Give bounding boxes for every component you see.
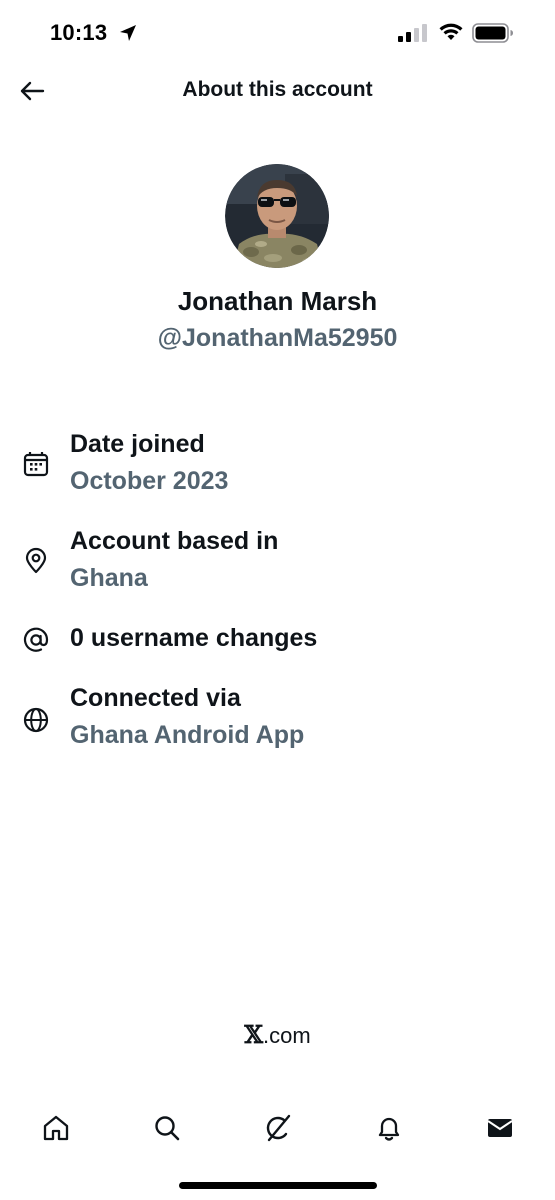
tab-messages[interactable] xyxy=(478,1106,522,1150)
battery-icon xyxy=(472,23,513,43)
tab-notifications[interactable] xyxy=(367,1106,411,1150)
display-name: Jonathan Marsh xyxy=(177,286,378,316)
date-joined-label: Date joined xyxy=(70,430,205,458)
account-based-in-value: Ghana xyxy=(70,564,148,592)
header: About this account xyxy=(0,66,555,116)
tab-search[interactable] xyxy=(145,1106,189,1150)
avatar[interactable] xyxy=(225,164,329,268)
at-sign-icon xyxy=(23,627,49,652)
tab-grok[interactable] xyxy=(256,1106,300,1150)
wifi-icon xyxy=(439,23,463,40)
tab-home[interactable] xyxy=(34,1106,78,1150)
account-based-in-label: Account based in xyxy=(70,527,279,555)
x-logo: 𝕏 xyxy=(244,1020,263,1049)
connected-via-label: Connected via xyxy=(70,684,241,712)
cellular-signal-icon xyxy=(398,24,427,42)
page-title: About this account xyxy=(182,78,373,101)
globe-icon xyxy=(23,707,49,733)
grok-icon xyxy=(266,1114,291,1142)
status-bar: 10:13 xyxy=(0,0,555,66)
home-indicator xyxy=(179,1182,377,1189)
username-handle: @JonathanMa52950 xyxy=(157,324,398,352)
messages-envelope-icon xyxy=(487,1119,513,1137)
date-joined-value: October 2023 xyxy=(70,467,229,495)
calendar-icon xyxy=(23,452,49,477)
search-icon xyxy=(155,1116,180,1141)
status-time: 10:13 xyxy=(50,20,108,45)
notifications-bell-icon xyxy=(378,1117,400,1141)
connected-via-value: Ghana Android App xyxy=(70,721,305,749)
username-changes-label: 0 username changes xyxy=(70,624,318,652)
bottom-tab-bar xyxy=(0,1098,555,1154)
location-pin-icon xyxy=(25,547,47,574)
x-com-brand: 𝕏.com xyxy=(0,1020,555,1049)
profile-photo xyxy=(225,164,329,268)
home-icon xyxy=(43,1115,69,1141)
brand-suffix: .com xyxy=(262,1023,311,1048)
location-arrow-icon xyxy=(120,25,136,41)
